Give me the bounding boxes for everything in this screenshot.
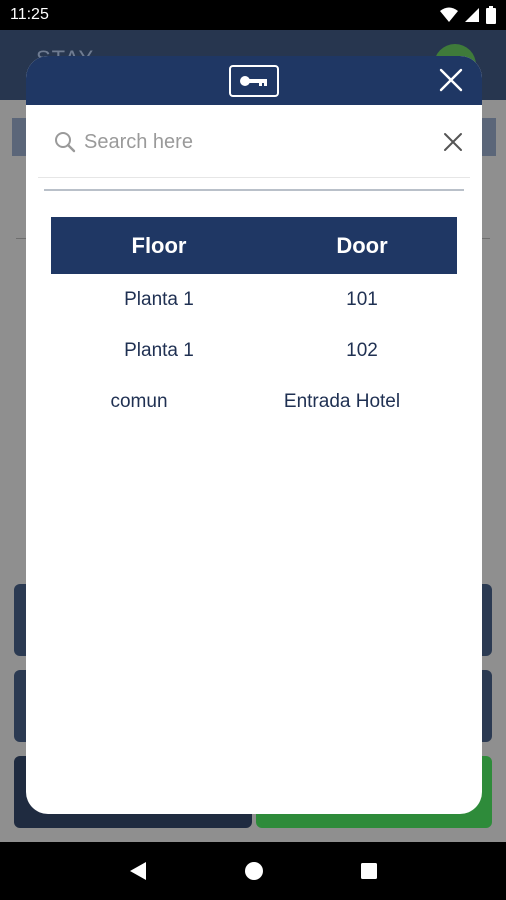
- battery-icon: [486, 6, 496, 24]
- section-divider: [44, 189, 464, 191]
- floor-cell: comun: [110, 390, 168, 412]
- status-time: 11:25: [10, 6, 49, 23]
- floor-cell: Planta 1: [124, 339, 194, 361]
- search-underline: [38, 177, 470, 178]
- door-cell: 101: [346, 288, 378, 310]
- column-header-door: Door: [336, 232, 388, 258]
- status-bar: 11:25: [0, 0, 506, 30]
- search-bar: [26, 105, 482, 179]
- clear-search-icon[interactable]: [442, 131, 464, 153]
- rooms-table: Floor Door Planta 1 101 Planta 1 102 com…: [51, 217, 457, 427]
- status-icons: [440, 6, 496, 24]
- system-nav-bar: [0, 842, 506, 900]
- door-cell: Entrada Hotel: [283, 390, 401, 412]
- screen: 11:25 STAY: [0, 0, 506, 900]
- table-row[interactable]: comun Entrada Hotel: [51, 376, 457, 427]
- dialog-header: [26, 56, 482, 105]
- table-row[interactable]: Planta 1 102: [51, 325, 457, 376]
- wifi-icon: [440, 7, 458, 22]
- table-header: Floor Door: [51, 217, 457, 274]
- search-input[interactable]: [84, 130, 442, 154]
- recents-icon[interactable]: [360, 862, 378, 880]
- search-icon: [55, 132, 76, 153]
- table-row[interactable]: Planta 1 101: [51, 274, 457, 325]
- close-icon[interactable]: [438, 67, 464, 93]
- key-icon: [229, 64, 279, 97]
- room-selection-dialog: Floor Door Planta 1 101 Planta 1 102 com…: [26, 56, 482, 814]
- signal-icon: [465, 8, 479, 22]
- back-icon[interactable]: [128, 861, 148, 881]
- door-cell: 102: [346, 339, 378, 361]
- column-header-floor: Floor: [131, 232, 187, 258]
- floor-cell: Planta 1: [124, 288, 194, 310]
- home-icon[interactable]: [244, 861, 264, 881]
